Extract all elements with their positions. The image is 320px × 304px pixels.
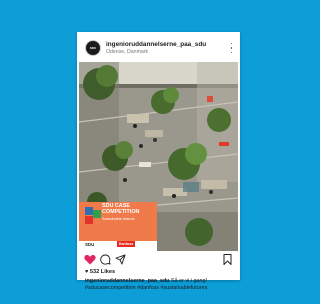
overlay-title: SDU CASE COMPETITION [102,203,152,216]
sdu-logo: SDU [85,242,95,247]
danfoss-logo: Danfoss [117,241,135,247]
likes-text: 532 Likes [89,269,116,275]
post-header: SDU ingenioruddannelserne_paa_sdu Odense… [77,32,240,62]
likes-count[interactable]: ♥ 532 Likes [85,269,115,275]
post-caption: ingenioruddannelserne_paa_sdu Så er vi i… [85,278,235,292]
avatar-text: SDU [89,45,97,50]
avatar[interactable]: SDU [85,40,101,56]
caption-username[interactable]: ingenioruddannelserne_paa_sdu [85,278,169,284]
overlay-subtitle: Sustainable futures [102,217,135,221]
bookmark-icon[interactable] [223,254,232,265]
post-username[interactable]: ingenioruddannelserne_paa_sdu [106,41,226,48]
instagram-post-card: SDU ingenioruddannelserne_paa_sdu Odense… [77,32,240,291]
overlay-title-line2: COMPETITION [102,209,140,216]
post-photo[interactable] [79,62,238,251]
heart-icon[interactable] [84,254,96,265]
more-options-icon[interactable] [230,43,233,53]
post-location[interactable]: Odense, Danmark [106,49,148,55]
comment-icon[interactable] [100,254,111,265]
share-icon[interactable] [115,254,126,265]
action-bar [77,253,240,267]
